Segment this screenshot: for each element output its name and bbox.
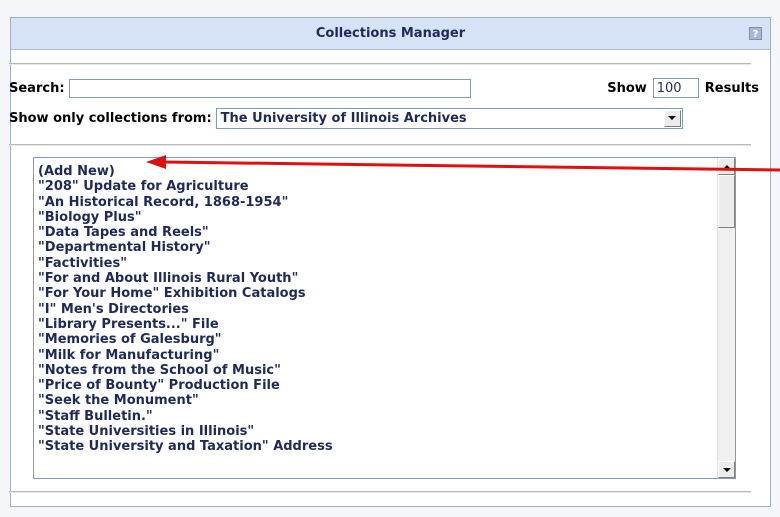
repository-select-value: The University of Illinois Archives: [220, 110, 467, 126]
search-input[interactable]: [68, 78, 471, 98]
vertical-scrollbar[interactable]: [717, 158, 735, 478]
list-item[interactable]: "Staff Bulletin.": [34, 409, 717, 424]
scrollbar-thumb[interactable]: [718, 175, 735, 228]
list-item[interactable]: "An Historical Record, 1868-1954": [34, 195, 717, 210]
list-item[interactable]: "State University and Taxation" Address: [34, 439, 717, 454]
list-item[interactable]: "Departmental History": [34, 240, 717, 255]
filter-row: Show only collections from: The Universi…: [9, 107, 683, 129]
list-item[interactable]: "Biology Plus": [34, 210, 717, 225]
repository-select[interactable]: The University of Illinois Archives: [215, 107, 683, 129]
chevron-down-icon[interactable]: [663, 109, 681, 127]
divider: [9, 491, 751, 493]
list-item[interactable]: "I" Men's Directories: [34, 302, 717, 317]
collections-listbox[interactable]: (Add New) "208" Update for Agriculture "An…: [33, 157, 736, 479]
list-item[interactable]: "Data Tapes and Reels": [34, 225, 717, 240]
search-row: Search: Show Results: [9, 77, 759, 99]
filter-label: Show only collections from:: [9, 110, 212, 126]
divider: [9, 63, 751, 65]
list-item[interactable]: "Library Presents..." File: [34, 317, 717, 332]
collections-list: (Add New) "208" Update for Agriculture "An…: [34, 164, 717, 455]
list-item[interactable]: "Price of Bounty" Production File: [34, 378, 717, 393]
list-item[interactable]: "For and About Illinois Rural Youth": [34, 271, 717, 286]
list-item[interactable]: "State Universities in Illinois": [34, 424, 717, 439]
show-label: Show: [607, 80, 647, 96]
add-new-item[interactable]: (Add New): [34, 164, 717, 179]
results-count-group: Show Results: [607, 77, 759, 99]
list-item[interactable]: "For Your Home" Exhibition Catalogs: [34, 286, 717, 301]
list-item[interactable]: "208" Update for Agriculture: [34, 179, 717, 194]
list-item[interactable]: "Factivities": [34, 256, 717, 271]
results-label: Results: [704, 80, 759, 96]
scroll-up-icon[interactable]: [718, 158, 735, 175]
window-title: Collections Manager: [315, 26, 466, 41]
search-label: Search:: [9, 80, 65, 96]
list-item[interactable]: "Seek the Monument": [34, 393, 717, 408]
list-item[interactable]: "Milk for Manufacturing": [34, 348, 717, 363]
help-icon[interactable]: ?: [749, 27, 762, 40]
list-item[interactable]: "Notes from the School of Music": [34, 363, 717, 378]
divider: [9, 144, 751, 146]
list-item[interactable]: "Memories of Galesburg": [34, 332, 717, 347]
results-count-input[interactable]: [652, 78, 699, 98]
title-bar: Collections Manager ?: [11, 18, 770, 50]
scroll-down-icon[interactable]: [718, 461, 735, 478]
